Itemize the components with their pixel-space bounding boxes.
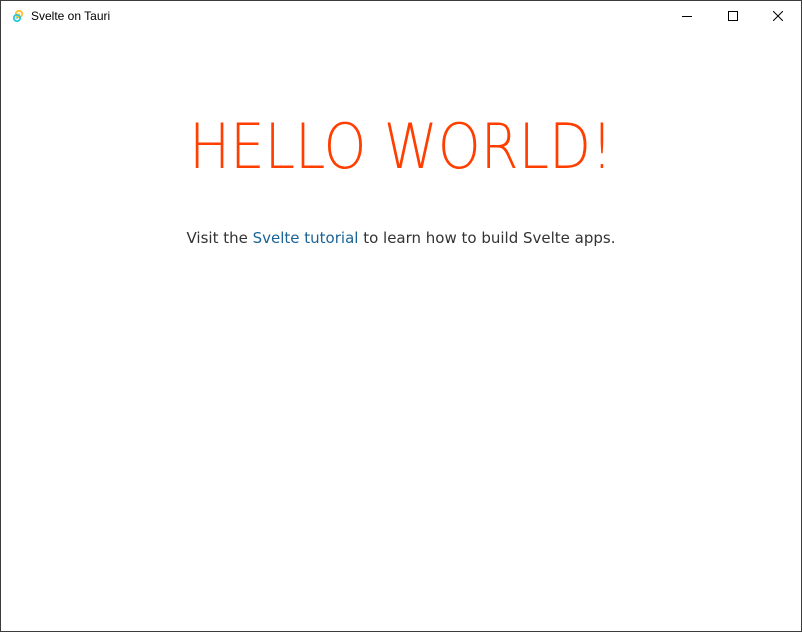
maximize-icon [728, 10, 738, 24]
intro-suffix: to learn how to build Svelte apps. [358, 229, 616, 247]
close-button[interactable] [755, 1, 801, 32]
svelte-tutorial-link[interactable]: Svelte tutorial [253, 229, 359, 247]
hello-heading: HELLO WORLD! [189, 110, 613, 183]
window-title: Svelte on Tauri [31, 9, 111, 23]
intro-prefix: Visit the [186, 229, 253, 247]
minimize-button[interactable] [664, 1, 710, 32]
intro-paragraph: Visit the Svelte tutorial to learn how t… [1, 228, 801, 248]
tauri-app-icon [11, 9, 25, 23]
minimize-icon [682, 10, 692, 24]
main-content: HELLO WORLD! Visit the Svelte tutorial t… [1, 32, 801, 631]
maximize-button[interactable] [710, 1, 756, 32]
app-window: Svelte on Tauri HELLO WORLD! Visit the S… [0, 0, 802, 632]
title-bar[interactable]: Svelte on Tauri [1, 1, 801, 32]
close-icon [772, 10, 784, 24]
